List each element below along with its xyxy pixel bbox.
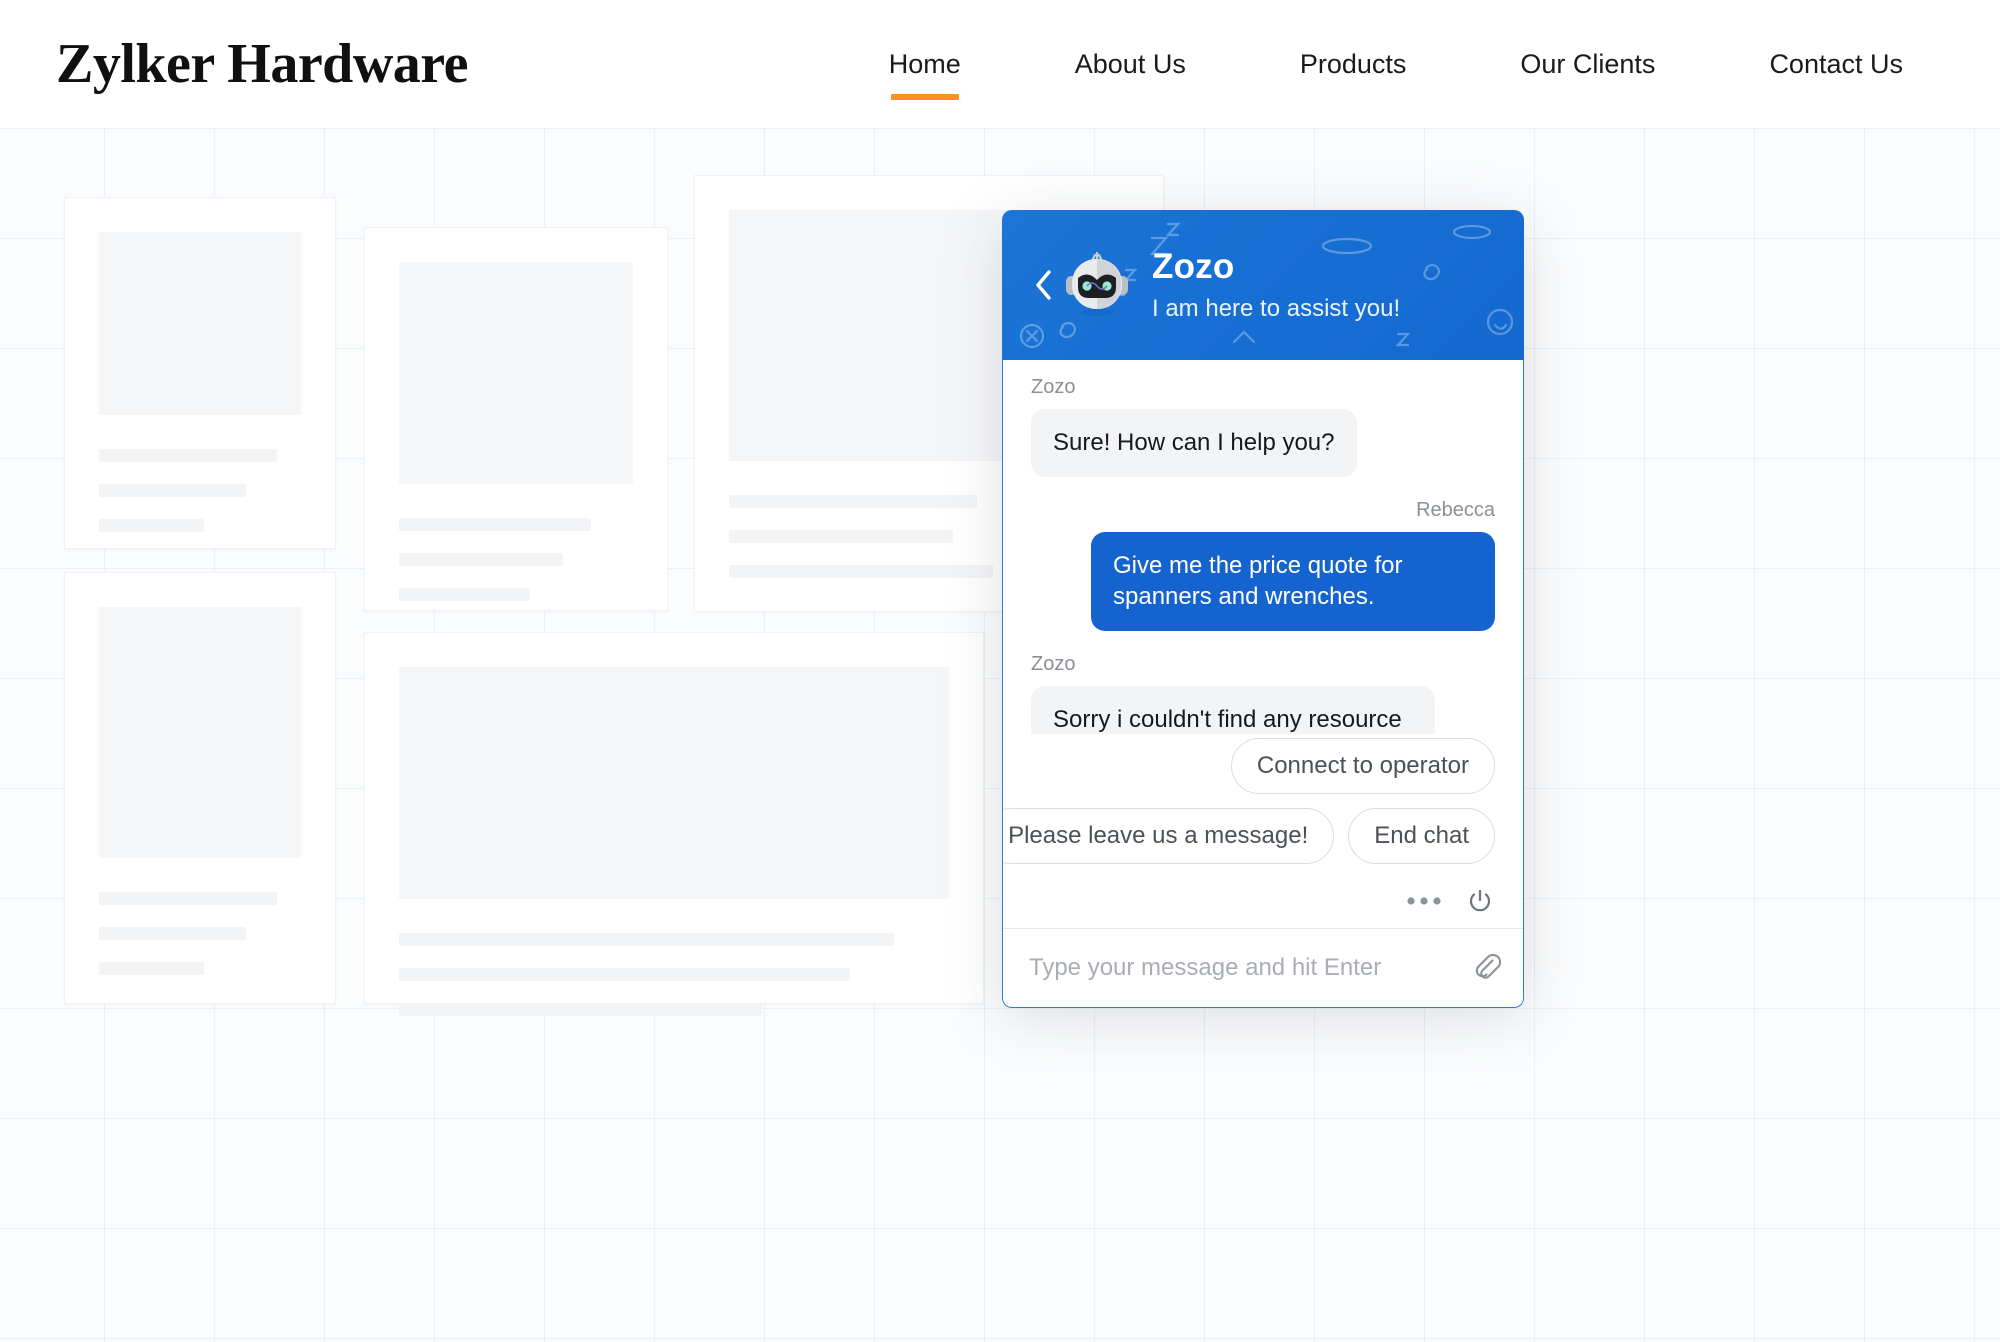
nav-item-products[interactable]: Products [1300, 0, 1407, 128]
message-group-bot: Zozo Sorry i couldn't find any resource … [1031, 653, 1495, 734]
chat-toolbar [1003, 878, 1523, 929]
chat-message-input[interactable] [1029, 953, 1461, 982]
suggestion-row: Please leave us a message! End chat [1003, 807, 1495, 864]
message-sender-label: Zozo [1031, 376, 1076, 398]
message-row: Give me the price quote for spanners and… [1031, 531, 1495, 632]
site-logo[interactable]: Zylker Hardware [56, 32, 468, 96]
chat-title: Zozo [1152, 247, 1235, 287]
card-text-placeholder [399, 933, 949, 1016]
suggestion-leave-a-message[interactable]: Please leave us a message! [1003, 807, 1335, 864]
nav-item-our-clients[interactable]: Our Clients [1520, 0, 1655, 128]
chat-body: Zozo Sure! How can I help you? Rebecca G… [1002, 360, 1524, 1008]
main-navigation: Home About Us Products Our Clients Conta… [832, 0, 1960, 128]
chat-input-area [1003, 928, 1523, 1007]
card-image-placeholder [99, 232, 301, 415]
end-session-power-icon[interactable] [1467, 888, 1493, 914]
nav-item-contact-us[interactable]: Contact Us [1769, 0, 1903, 128]
chat-widget: Zozo I am here to assist you! Zozo Sure!… [1002, 210, 1524, 1008]
chat-header: Zozo I am here to assist you! [1002, 210, 1524, 360]
message-bubble-user: Give me the price quote for spanners and… [1091, 531, 1495, 632]
message-row: Sorry i couldn't find any resource to yo… [1031, 686, 1495, 734]
message-bubble-bot: Sorry i couldn't find any resource to yo… [1031, 686, 1435, 734]
content-card-placeholder [64, 572, 336, 1004]
chat-subtitle: I am here to assist you! [1152, 295, 1401, 323]
more-options-icon[interactable] [1407, 896, 1441, 906]
nav-item-about-us[interactable]: About Us [1075, 0, 1186, 128]
site-header: Zylker Hardware Home About Us Products O… [0, 0, 2000, 128]
quick-reply-suggestions: Connect to operator Please leave us a me… [1003, 734, 1523, 878]
message-sender-label: Rebecca [1416, 498, 1495, 521]
message-bubble-bot: Sure! How can I help you? [1031, 409, 1357, 477]
message-group-bot: Zozo Sure! How can I help you? [1031, 376, 1495, 477]
chevron-left-icon[interactable] [1030, 267, 1056, 303]
card-image-placeholder [399, 667, 949, 899]
message-row: Sure! How can I help you? [1031, 409, 1495, 477]
suggestion-end-chat[interactable]: End chat [1348, 807, 1495, 864]
suggestion-row: Connect to operator [1031, 737, 1495, 794]
card-image-placeholder [399, 262, 633, 484]
chat-header-text: Zozo I am here to assist you! [1152, 247, 1400, 323]
card-text-placeholder [99, 892, 301, 975]
message-sender-label: Zozo [1031, 653, 1076, 676]
card-text-placeholder [99, 449, 301, 532]
card-image-placeholder [99, 607, 301, 858]
content-card-placeholder [364, 227, 668, 611]
paperclip-icon[interactable] [1471, 950, 1502, 985]
card-text-placeholder [399, 518, 633, 601]
suggestion-connect-to-operator[interactable]: Connect to operator [1230, 737, 1495, 794]
nav-item-home[interactable]: Home [889, 0, 961, 128]
content-card-placeholder [64, 197, 336, 549]
chat-message-list: Zozo Sure! How can I help you? Rebecca G… [1003, 360, 1523, 734]
robot-avatar-icon [1064, 251, 1130, 318]
content-card-placeholder [364, 632, 984, 1016]
message-group-user: Rebecca Give me the price quote for span… [1031, 498, 1495, 632]
